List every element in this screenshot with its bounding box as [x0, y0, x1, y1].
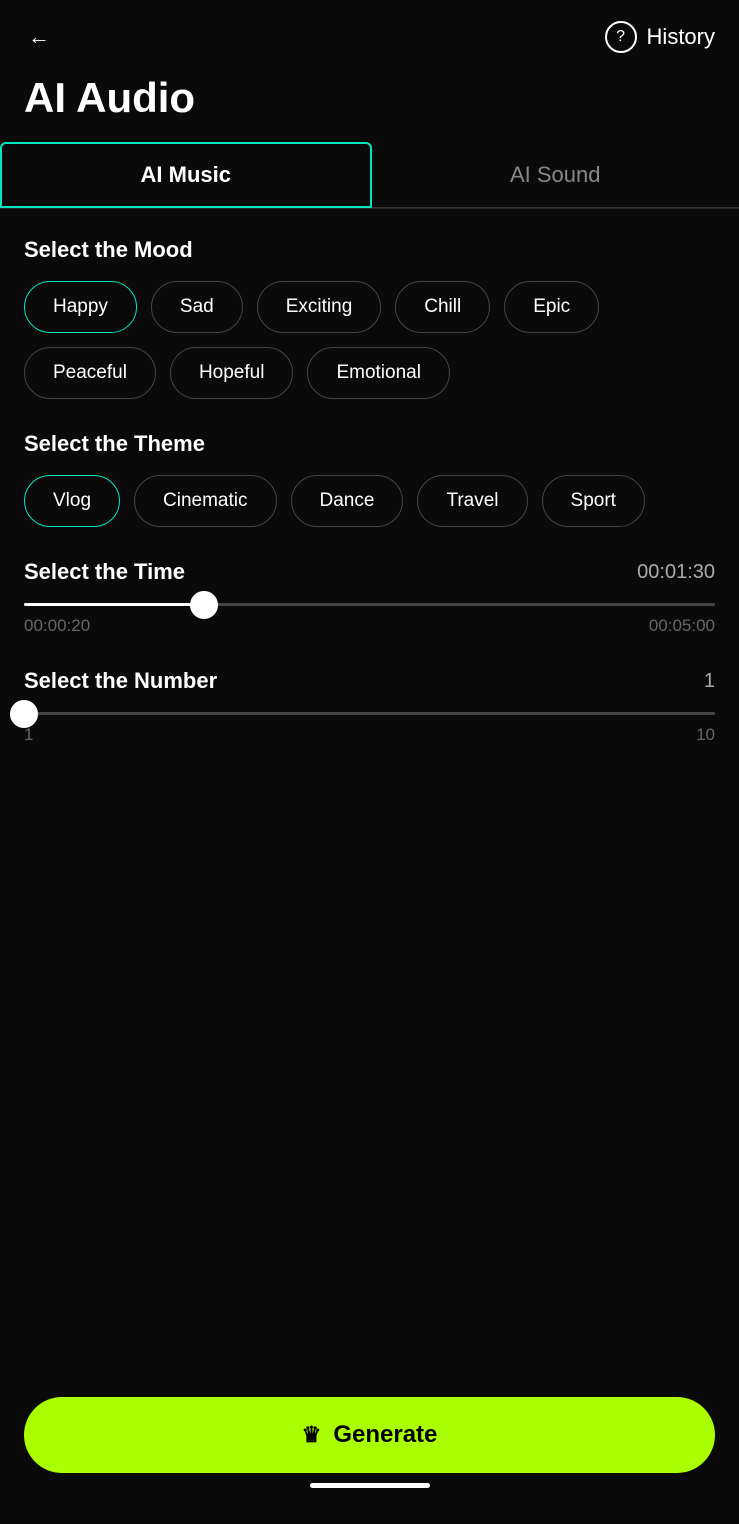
- generate-label: Generate: [333, 1421, 437, 1449]
- number-slider-track: [24, 712, 715, 715]
- header-right: ? History: [605, 21, 715, 53]
- theme-dance[interactable]: Dance: [291, 475, 404, 527]
- time-slider-labels: 00:00:20 00:05:00: [24, 616, 715, 636]
- time-slider[interactable]: [24, 603, 715, 606]
- theme-cinematic[interactable]: Cinematic: [134, 475, 276, 527]
- mood-exciting[interactable]: Exciting: [257, 281, 382, 333]
- number-current-value: 1: [704, 670, 715, 693]
- generate-area: ♛ Generate: [0, 1381, 739, 1524]
- number-slider[interactable]: [24, 712, 715, 715]
- header: ← ? History: [0, 0, 739, 64]
- theme-vlog[interactable]: Vlog: [24, 475, 120, 527]
- time-section: Select the Time 00:01:30 00:00:20 00:05:…: [24, 559, 715, 636]
- time-current-value: 00:01:30: [637, 561, 715, 584]
- mood-peaceful[interactable]: Peaceful: [24, 347, 156, 399]
- mood-chill[interactable]: Chill: [395, 281, 490, 333]
- number-slider-labels: 1 10: [24, 725, 715, 745]
- theme-travel[interactable]: Travel: [417, 475, 527, 527]
- number-section-header: Select the Number 1: [24, 668, 715, 694]
- time-section-title: Select the Time: [24, 559, 185, 585]
- tab-ai-music[interactable]: AI Music: [0, 142, 372, 208]
- mood-emotional[interactable]: Emotional: [307, 347, 450, 399]
- page-title: AI Audio: [0, 64, 739, 142]
- number-section: Select the Number 1 1 10: [24, 668, 715, 745]
- time-min-label: 00:00:20: [24, 616, 90, 636]
- number-min-label: 1: [24, 725, 33, 745]
- number-slider-thumb[interactable]: [10, 700, 38, 728]
- crown-icon: ♛: [302, 1422, 322, 1448]
- time-max-label: 00:05:00: [649, 616, 715, 636]
- home-indicator: [310, 1483, 430, 1488]
- number-section-title: Select the Number: [24, 668, 217, 694]
- mood-sad[interactable]: Sad: [151, 281, 243, 333]
- mood-section-title: Select the Mood: [24, 237, 715, 263]
- help-icon[interactable]: ?: [605, 21, 637, 53]
- mood-epic[interactable]: Epic: [504, 281, 599, 333]
- theme-grid: Vlog Cinematic Dance Travel Sport: [24, 475, 715, 527]
- mood-grid: Happy Sad Exciting Chill Epic Peaceful H…: [24, 281, 715, 399]
- question-mark: ?: [616, 28, 625, 46]
- tab-ai-sound[interactable]: AI Sound: [372, 142, 739, 207]
- mood-hopeful[interactable]: Hopeful: [170, 347, 294, 399]
- mood-section: Select the Mood Happy Sad Exciting Chill…: [24, 237, 715, 399]
- theme-section: Select the Theme Vlog Cinematic Dance Tr…: [24, 431, 715, 527]
- content-area: Select the Mood Happy Sad Exciting Chill…: [0, 209, 739, 773]
- generate-button[interactable]: ♛ Generate: [24, 1397, 715, 1473]
- theme-section-title: Select the Theme: [24, 431, 715, 457]
- time-slider-track: [24, 603, 715, 606]
- number-max-label: 10: [696, 725, 715, 745]
- time-section-header: Select the Time 00:01:30: [24, 559, 715, 585]
- time-slider-fill: [24, 603, 204, 606]
- mood-happy[interactable]: Happy: [24, 281, 137, 333]
- theme-sport[interactable]: Sport: [542, 475, 645, 527]
- history-label[interactable]: History: [647, 24, 715, 50]
- time-slider-thumb[interactable]: [190, 591, 218, 619]
- back-button[interactable]: ←: [24, 20, 54, 54]
- tabs-container: AI Music AI Sound: [0, 142, 739, 208]
